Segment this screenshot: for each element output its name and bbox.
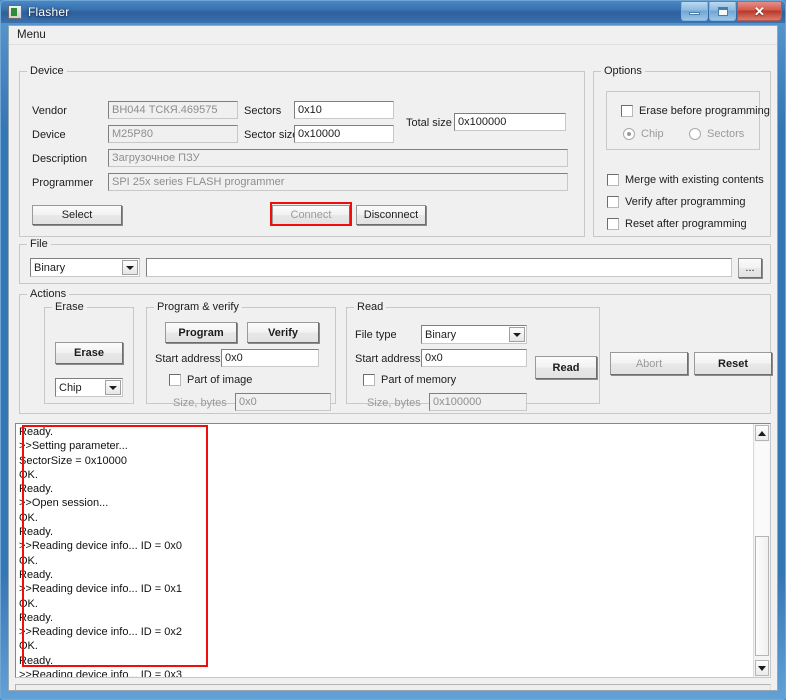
sector-size-field[interactable]: 0x10000 <box>294 125 394 143</box>
abort-button[interactable]: Abort <box>610 352 688 375</box>
erase-before-programming-checkbox[interactable] <box>621 105 633 117</box>
sectors-label: Sectors <box>244 105 282 117</box>
chevron-down-icon[interactable] <box>509 327 525 342</box>
file-group-legend: File <box>27 238 51 250</box>
read-start-address-field[interactable]: 0x0 <box>421 349 527 367</box>
connect-button[interactable]: Connect <box>272 205 350 225</box>
device-field: M25P80 <box>108 125 238 143</box>
erase-subgroup-legend: Erase <box>52 301 87 313</box>
title-bar[interactable]: Flasher ✕ <box>1 1 785 23</box>
maximize-button[interactable] <box>709 2 736 21</box>
scrollbar-track-upper[interactable] <box>755 442 769 536</box>
erase-mode-select[interactable]: Chip <box>55 378 123 397</box>
scrollbar-thumb[interactable] <box>755 536 769 656</box>
close-icon: ✕ <box>754 3 765 19</box>
status-bar <box>15 684 771 690</box>
erase-subgroup: Erase Erase Chip <box>44 301 134 404</box>
read-subgroup-legend: Read <box>354 301 387 313</box>
minimize-icon <box>689 12 700 15</box>
program-start-address-label: Start address <box>155 353 221 365</box>
part-of-memory-checkbox[interactable] <box>363 374 375 386</box>
file-type-value: Binary <box>34 261 66 274</box>
part-of-image-label: Part of image <box>187 374 253 386</box>
read-file-type-value: Binary <box>425 328 457 341</box>
file-group: File Binary ... <box>19 238 771 284</box>
program-verify-subgroup: Program & verify Program Verify Start ad… <box>146 301 336 411</box>
program-button[interactable]: Program <box>165 322 237 343</box>
read-size-label: Size, bytes <box>367 397 421 409</box>
select-button[interactable]: Select <box>32 205 122 225</box>
chevron-down-icon[interactable] <box>122 260 138 275</box>
verify-button[interactable]: Verify <box>247 322 319 343</box>
read-file-type-select[interactable]: Binary <box>421 325 527 344</box>
erase-options-subgroup: Erase before programming Chip Sectors <box>606 91 770 150</box>
sectors-radio-label: Sectors <box>707 128 745 140</box>
sector-size-label: Sector size <box>244 129 299 141</box>
chevron-down-icon <box>758 665 766 671</box>
log-scrollbar[interactable] <box>753 424 770 677</box>
browse-button[interactable]: ... <box>738 258 762 278</box>
file-path-input[interactable] <box>146 258 732 277</box>
options-group: Options Erase before programming Chip Se… <box>593 65 771 237</box>
chip-radio-label: Chip <box>641 128 664 140</box>
erase-before-programming-label: Erase before programming <box>639 105 770 117</box>
read-file-type-label: File type <box>355 329 397 341</box>
description-label: Description <box>32 153 88 165</box>
client-area: Menu Device Vendor ВН044 ТСКЯ.469575 Dev… <box>8 25 778 691</box>
read-start-address-label: Start address <box>355 353 421 365</box>
part-of-image-checkbox[interactable] <box>169 374 181 386</box>
merge-with-existing-checkbox[interactable] <box>607 174 619 186</box>
description-field: Загрузочное ПЗУ <box>108 149 568 167</box>
close-button[interactable]: ✕ <box>737 2 782 21</box>
device-group-legend: Device <box>27 65 67 77</box>
verify-after-programming-label: Verify after programming <box>625 196 746 208</box>
menu-item-menu[interactable]: Menu <box>9 27 53 43</box>
chevron-up-icon <box>758 430 766 436</box>
sectors-field[interactable]: 0x10 <box>294 101 394 119</box>
programmer-field: SPI 25x series FLASH programmer <box>108 173 568 191</box>
device-group: Device Vendor ВН044 ТСКЯ.469575 Device M… <box>19 65 585 237</box>
total-size-label: Total size <box>406 117 452 129</box>
file-type-select[interactable]: Binary <box>30 258 140 277</box>
chip-radio[interactable] <box>623 128 635 140</box>
device-label: Device <box>32 129 66 141</box>
read-size-field: 0x100000 <box>429 393 527 411</box>
program-start-address-field[interactable]: 0x0 <box>221 349 319 367</box>
application-window: Flasher ✕ Menu Device Vendor ВН044 ТСКЯ.… <box>0 0 786 700</box>
merge-with-existing-label: Merge with existing contents <box>625 174 764 186</box>
chevron-down-icon[interactable] <box>105 380 121 395</box>
log-output-panel[interactable]: Ready. >>Setting parameter... SectorSize… <box>15 423 771 678</box>
log-text: Ready. >>Setting parameter... SectorSize… <box>19 426 182 678</box>
part-of-memory-label: Part of memory <box>381 374 457 386</box>
read-button[interactable]: Read <box>535 356 597 379</box>
actions-group-legend: Actions <box>27 288 70 300</box>
sectors-radio[interactable] <box>689 128 701 140</box>
verify-after-programming-checkbox[interactable] <box>607 196 619 208</box>
erase-button[interactable]: Erase <box>55 342 123 364</box>
vendor-label: Vendor <box>32 105 67 117</box>
reset-button[interactable]: Reset <box>694 352 772 375</box>
read-subgroup: Read File type Binary Start address 0x0 … <box>346 301 600 411</box>
window-controls: ✕ <box>680 2 782 21</box>
app-icon <box>8 5 22 19</box>
program-size-label: Size, bytes <box>173 397 227 409</box>
menu-bar: Menu <box>9 26 777 45</box>
vendor-field: ВН044 ТСКЯ.469575 <box>108 101 238 119</box>
disconnect-button[interactable]: Disconnect <box>356 205 426 225</box>
total-size-field[interactable]: 0x100000 <box>454 113 566 131</box>
maximize-icon <box>717 6 728 16</box>
program-verify-subgroup-legend: Program & verify <box>154 301 242 313</box>
scroll-down-button[interactable] <box>755 660 769 676</box>
program-size-field: 0x0 <box>235 393 331 411</box>
reset-after-programming-label: Reset after programming <box>625 218 747 230</box>
minimize-button[interactable] <box>681 2 708 21</box>
reset-after-programming-checkbox[interactable] <box>607 218 619 230</box>
options-group-legend: Options <box>601 65 645 77</box>
programmer-label: Programmer <box>32 177 94 189</box>
erase-mode-value: Chip <box>59 381 82 394</box>
actions-group: Actions Erase Erase Chip Program & verif… <box>19 288 772 414</box>
scroll-up-button[interactable] <box>755 425 769 441</box>
window-title: Flasher <box>28 5 70 19</box>
